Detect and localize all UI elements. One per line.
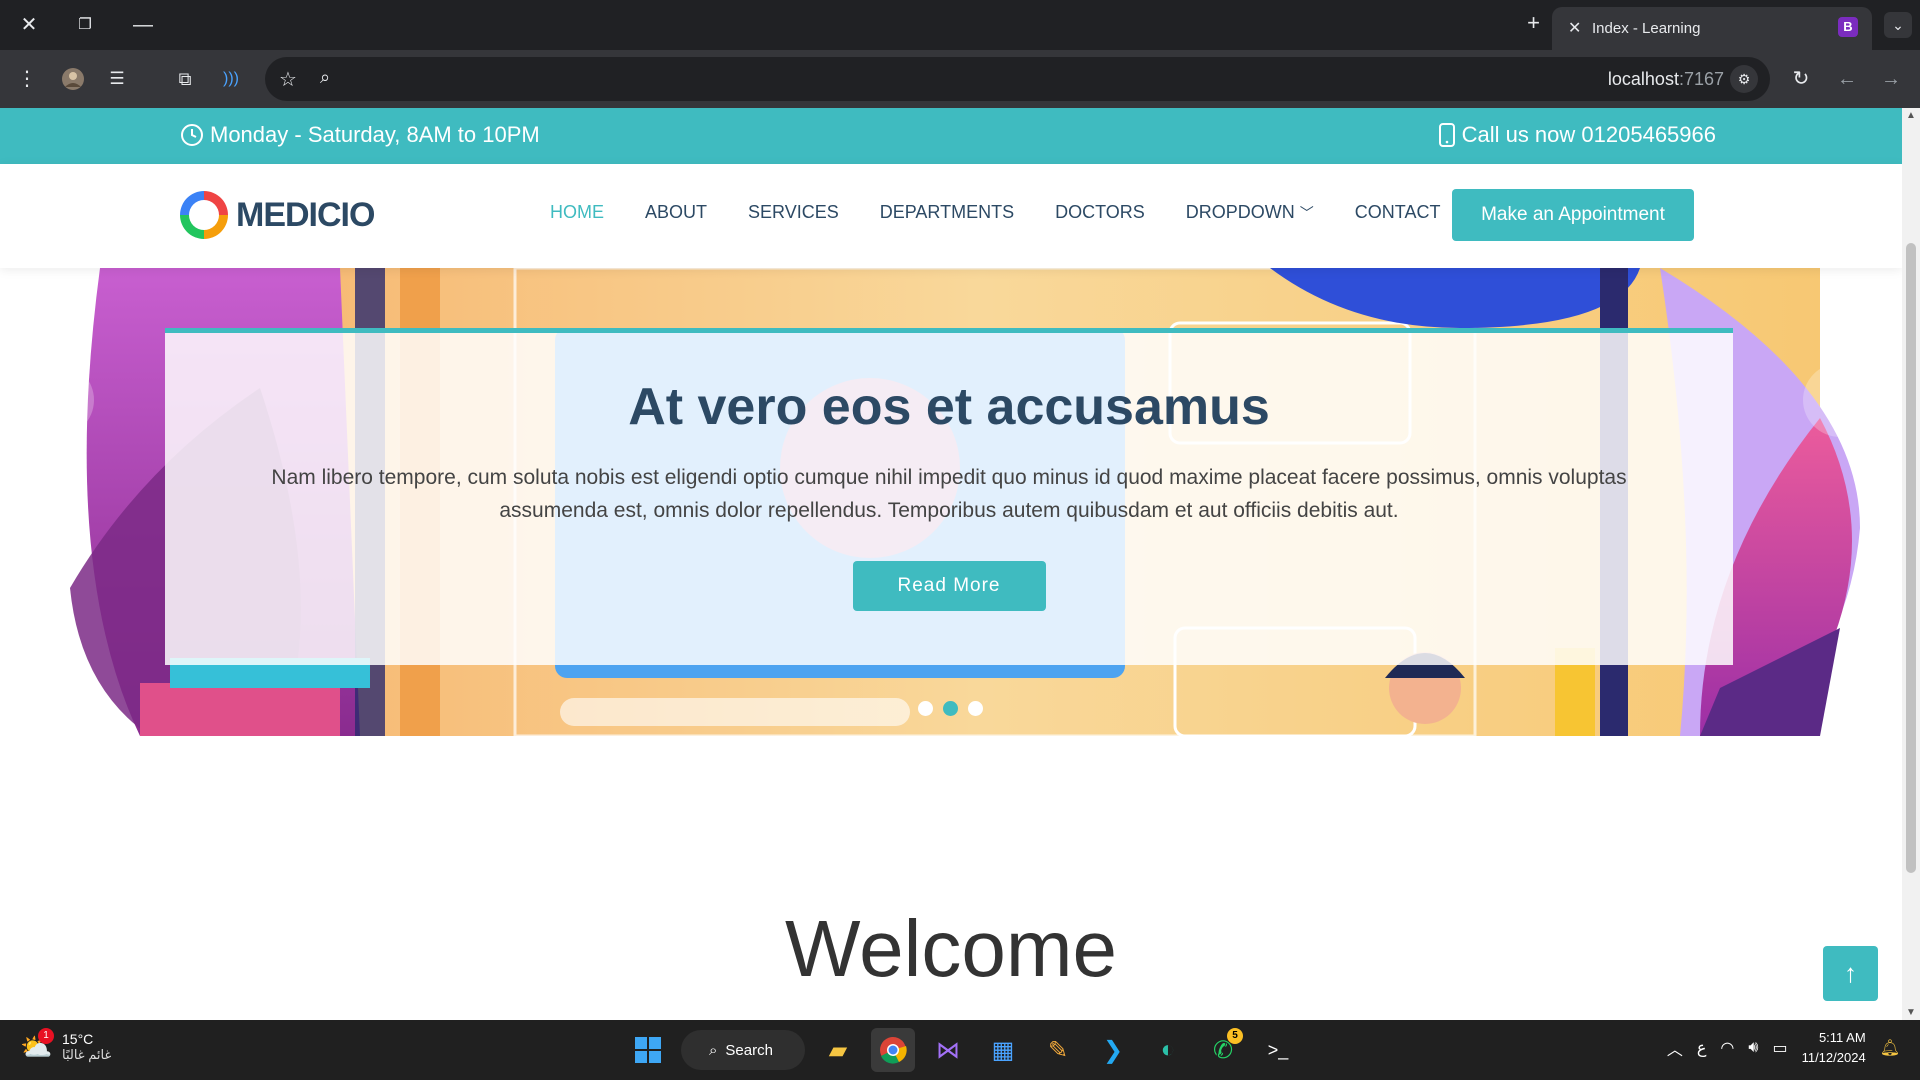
tab-title: Index - Learning	[1592, 20, 1701, 37]
reload-icon[interactable]: ↻	[1786, 64, 1816, 94]
scroll-up-icon[interactable]: ▲	[1906, 110, 1916, 121]
zoom-icon[interactable]: ⌕	[320, 67, 330, 88]
address-bar[interactable]: ☆ ⌕ localhost:7167 ⚙	[265, 57, 1770, 101]
page-viewport: Monday - Saturday, 8AM to 10PM Call us n…	[0, 108, 1902, 1020]
phone-text: Call us now 01205465966	[1461, 122, 1716, 147]
logo-text: MEDICIO	[236, 195, 375, 234]
search-icon: ⌕	[709, 1041, 718, 1059]
window-minimize-icon[interactable]: —	[128, 10, 158, 40]
nav-doctors[interactable]: DOCTORS	[1055, 202, 1145, 223]
phone-icon	[1438, 123, 1455, 147]
back-to-top-icon[interactable]: ↑	[1823, 946, 1878, 1001]
language-indicator[interactable]: ع	[1697, 1038, 1707, 1058]
clock-time: 5:11 AM	[1818, 1030, 1866, 1045]
tab-favicon: B	[1838, 17, 1858, 37]
site-header: MEDICIO HOME ABOUT SERVICES DEPARTMENTS …	[0, 164, 1902, 268]
menu-kebab-icon[interactable]: ⋮	[12, 64, 42, 94]
extensions-icon[interactable]: ⧉	[170, 64, 200, 94]
nav-home[interactable]: HOME	[550, 202, 604, 223]
visual-studio-icon[interactable]: ⋈	[926, 1028, 970, 1072]
cloud-sun-icon: ⛅ 1	[20, 1028, 54, 1062]
profile-avatar[interactable]	[58, 64, 88, 94]
notification-bell-icon[interactable]: 🔔︎	[1880, 1038, 1900, 1058]
hours-text: Monday - Saturday, 8AM to 10PM	[210, 122, 540, 147]
nav-contact[interactable]: CONTACT	[1355, 202, 1441, 223]
carousel-indicators	[918, 701, 983, 716]
media-queue-icon[interactable]: ☰	[102, 64, 132, 94]
make-appointment-button[interactable]: Make an Appointment	[1452, 189, 1694, 241]
edge-icon[interactable]: ◐	[1146, 1028, 1190, 1072]
phone-contact: Call us now 01205465966	[1438, 122, 1716, 148]
logo-ring-icon	[180, 191, 228, 239]
weather-condition: غائم غالبًا	[62, 1047, 112, 1062]
temperature: 15°C	[62, 1031, 94, 1047]
volume-icon[interactable]: 🔊︎	[1748, 1039, 1758, 1057]
terminal-icon[interactable]: >_	[1256, 1028, 1300, 1072]
clock[interactable]: 5:11 AM 11/12/2024	[1802, 1028, 1866, 1068]
whatsapp-badge: 5	[1227, 1028, 1243, 1044]
top-info-bar: Monday - Saturday, 8AM to 10PM Call us n…	[0, 108, 1902, 164]
taskbar-apps: ⌕ Search ▰ ⋈ ▦ ✎ ❯ ◐ ✆ 5 >_	[626, 1028, 1300, 1072]
start-windows-icon[interactable]	[626, 1028, 670, 1072]
carousel-prev-icon[interactable]: ‹	[20, 363, 94, 437]
page-scrollbar[interactable]: ▲ ▼	[1902, 108, 1920, 1020]
slide-title: At vero eos et accusamus	[628, 378, 1270, 436]
weather-widget[interactable]: ⛅ 1 15°C غائم غالبًا	[20, 1028, 112, 1064]
read-more-button[interactable]: Read More	[852, 561, 1046, 611]
windows-taskbar: ⛅ 1 15°C غائم غالبًا ⌕ Search ▰ ⋈ ▦ ✎ ❯ ◐…	[0, 1020, 1920, 1080]
weather-badge: 1	[38, 1028, 54, 1044]
chevron-up-icon[interactable]: ︿	[1667, 1036, 1683, 1060]
back-arrow-icon[interactable]: ←	[1832, 64, 1862, 94]
browser-tab-bar: ✕ ❐ — + ✕ Index - Learning B ⌄	[0, 0, 1920, 50]
clock-date: 11/12/2024	[1801, 1050, 1866, 1065]
paint-app-icon[interactable]: ✎	[1036, 1028, 1080, 1072]
file-explorer-icon[interactable]: ▰	[816, 1028, 860, 1072]
slide-text: Nam libero tempore, cum soluta nobis est…	[271, 466, 1627, 522]
search-label: Search	[725, 1041, 773, 1059]
url-text[interactable]: localhost:7167	[1608, 69, 1724, 90]
hero-carousel: ‹ › At vero eos et accusamus Nam libero …	[0, 268, 1902, 736]
clock-icon	[181, 124, 203, 146]
new-tab-icon[interactable]: +	[1527, 10, 1540, 36]
cast-waves-icon[interactable]: )))	[216, 64, 246, 94]
bookmark-star-icon[interactable]: ☆	[279, 67, 297, 92]
forward-arrow-icon[interactable]: →	[1876, 64, 1906, 94]
browser-tab[interactable]: ✕ Index - Learning B	[1552, 7, 1872, 50]
tab-search-chevron-icon[interactable]: ⌄	[1884, 12, 1912, 38]
slide-content: At vero eos et accusamus Nam libero temp…	[165, 328, 1733, 665]
scroll-down-icon[interactable]: ▼	[1906, 1007, 1916, 1018]
welcome-heading: Welcome	[785, 904, 1117, 993]
carousel-dot-active[interactable]	[943, 701, 958, 716]
wifi-icon[interactable]: ◠	[1720, 1038, 1734, 1058]
main-nav: HOME ABOUT SERVICES DEPARTMENTS DOCTORS …	[550, 202, 1440, 223]
chevron-down-icon: ﹀	[1299, 205, 1314, 221]
nav-services[interactable]: SERVICES	[748, 202, 839, 223]
carousel-dot[interactable]	[918, 701, 933, 716]
opening-hours: Monday - Saturday, 8AM to 10PM	[180, 122, 540, 148]
system-tray: ︿ ع ◠ 🔊︎ ▭ 5:11 AM 11/12/2024 🔔︎	[1667, 1028, 1900, 1068]
nav-dropdown[interactable]: DROPDOWN ﹀	[1186, 202, 1314, 223]
site-settings-icon[interactable]: ⚙	[1730, 65, 1758, 93]
scrollbar-thumb[interactable]	[1906, 243, 1916, 873]
taskbar-search[interactable]: ⌕ Search	[681, 1030, 805, 1070]
whatsapp-icon[interactable]: ✆ 5	[1201, 1028, 1245, 1072]
nav-departments[interactable]: DEPARTMENTS	[880, 202, 1014, 223]
battery-icon[interactable]: ▭	[1772, 1038, 1787, 1058]
carousel-next-icon[interactable]: ›	[1803, 363, 1877, 437]
microsoft-store-icon[interactable]: ▦	[981, 1028, 1025, 1072]
window-restore-icon[interactable]: ❐	[70, 10, 100, 40]
nav-about[interactable]: ABOUT	[645, 202, 707, 223]
site-logo[interactable]: MEDICIO	[180, 191, 375, 239]
nav-dropdown-label: DROPDOWN	[1185, 202, 1295, 222]
browser-toolbar: ⋮ ☰ ⧉ ))) ☆ ⌕ localhost:7167 ⚙ ↻ ← →	[0, 50, 1920, 108]
carousel-dot[interactable]	[968, 701, 983, 716]
chrome-icon[interactable]	[871, 1028, 915, 1072]
tab-close-icon[interactable]: ✕	[1568, 18, 1581, 38]
window-close-icon[interactable]: ✕	[14, 10, 44, 40]
vscode-icon[interactable]: ❯	[1091, 1028, 1135, 1072]
